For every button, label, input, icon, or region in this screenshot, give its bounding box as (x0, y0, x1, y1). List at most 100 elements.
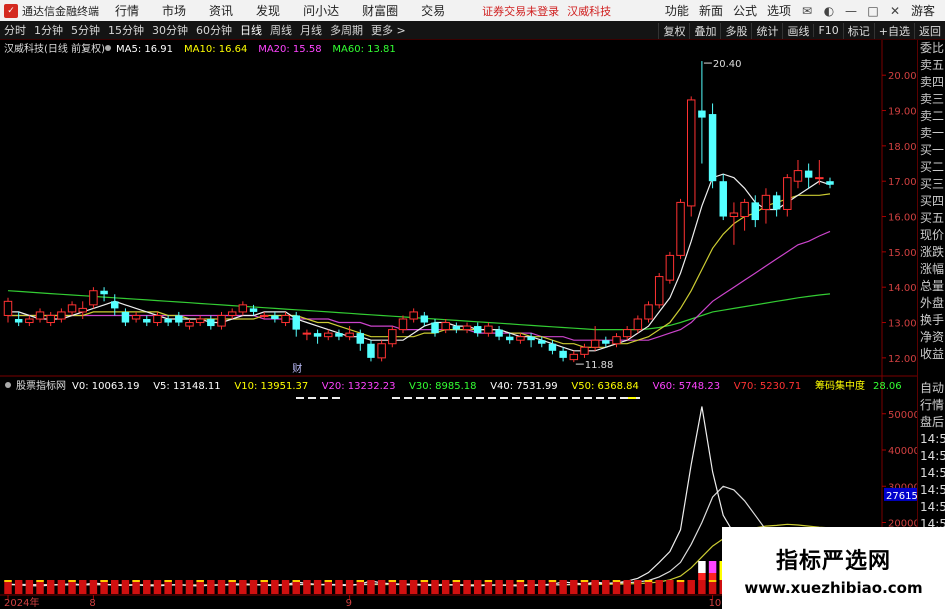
chip-bar (420, 580, 429, 594)
candle-body (259, 314, 269, 317)
side-panel-item (918, 363, 945, 380)
chip-bar (591, 580, 599, 594)
menu-item-discover[interactable]: 发现 (256, 2, 280, 19)
close-icon[interactable]: ✕ (889, 5, 901, 17)
menu-item-wealth[interactable]: 财富圈 (362, 2, 398, 19)
skin-icon[interactable]: ◐ (823, 5, 835, 17)
chip-bar (676, 580, 685, 594)
maximize-icon[interactable]: □ (867, 5, 879, 17)
volume-label: 28.06 (873, 381, 902, 392)
chip-bar (570, 580, 578, 594)
tool-draw-line[interactable]: 画线 (782, 22, 813, 39)
candle-body (495, 329, 503, 337)
candle-body (25, 318, 34, 324)
chip-bar (409, 580, 418, 594)
chip-bar (164, 580, 172, 594)
chip-bar (698, 580, 706, 594)
tool-adjust[interactable]: 复权 (658, 22, 689, 39)
tool-overlay[interactable]: 叠加 (689, 22, 720, 39)
chip-bar-cap (388, 580, 397, 582)
period-multi[interactable]: 多周期 (330, 22, 363, 38)
candle-body (67, 304, 77, 313)
tool-back[interactable]: 返回 (914, 22, 945, 39)
period-more[interactable]: 更多 > (371, 22, 406, 38)
volume-line (7, 406, 830, 587)
candle-body (388, 329, 397, 345)
side-panel-item: 盘后 (920, 415, 945, 429)
kline-chart[interactable]: 汉威科技(日线 前复权) MA5: 16.91 MA10: 16.64 MA20: 1… (0, 40, 917, 609)
candle-body (633, 318, 643, 331)
volume-label: V0: 10063.19 (72, 381, 139, 392)
chip-bar (516, 580, 525, 594)
candle-body (367, 343, 375, 358)
menu-item-options[interactable]: 选项 (767, 2, 791, 19)
chip-bar-cap (260, 580, 268, 582)
period-15min[interactable]: 15分钟 (108, 22, 144, 38)
tool-mark[interactable]: 标记 (842, 22, 874, 39)
chip-bar-cap (100, 580, 108, 582)
period-30min[interactable]: 30分钟 (152, 22, 188, 38)
chip-bar (143, 580, 151, 594)
candle-body (538, 340, 546, 344)
chip-bar (249, 580, 258, 594)
candle-body (207, 319, 215, 327)
chip-bar-cap (612, 580, 621, 582)
candle-body (217, 314, 226, 327)
ma-label-ma5: MA5: 16.91 (116, 44, 173, 55)
tool-multi-stock[interactable]: 多股 (720, 22, 751, 39)
candle-body (441, 322, 450, 331)
price-tick-label: 20.00 (888, 71, 917, 82)
period-weekly[interactable]: 周线 (270, 22, 292, 38)
tool-f10[interactable]: F10 (813, 24, 842, 37)
period-monthly[interactable]: 月线 (300, 22, 322, 38)
candle-body (548, 343, 557, 351)
side-panel-item: 换手 (920, 313, 945, 327)
login-status[interactable]: 证券交易未登录 (482, 3, 559, 19)
title-right-menu: 功能 新面 公式 选项 ✉ ◐ — □ ✕ 游客 (665, 2, 945, 19)
chip-bar (388, 580, 397, 594)
menu-item-formula[interactable]: 公式 (733, 2, 757, 19)
date-tick-label: 9 (346, 598, 352, 609)
chip-bar (111, 580, 119, 594)
chip-bar (666, 580, 674, 594)
candle-body (46, 314, 55, 324)
chip-bar (228, 580, 236, 594)
price-tick-label: 13.00 (888, 319, 917, 330)
period-1min[interactable]: 1分钟 (34, 22, 63, 38)
menu-item-market-list[interactable]: 市场 (162, 2, 186, 19)
period-daily[interactable]: 日线 (240, 22, 262, 38)
settings-dot-icon (105, 45, 111, 51)
side-panel-item: 14:50 (920, 449, 945, 463)
menu-item-news[interactable]: 资讯 (209, 2, 233, 19)
chip-bar (441, 580, 450, 594)
menu-item-trade[interactable]: 交易 (421, 2, 445, 19)
candle-body (826, 181, 834, 185)
low-price-label: 11.88 (585, 360, 614, 371)
ma60-line (7, 290, 831, 331)
minimize-icon[interactable]: — (845, 5, 857, 17)
period-5min[interactable]: 5分钟 (71, 22, 100, 38)
chip-bar (345, 580, 354, 594)
tool-statistics[interactable]: 统计 (751, 22, 782, 39)
menu-item-function[interactable]: 功能 (665, 2, 689, 19)
chip-bar (89, 580, 98, 594)
title-bar: ✓ 通达信金融终端 行情 市场 资讯 发现 问小达 财富圈 交易 证券交易未登录… (0, 0, 945, 21)
menu-item-new-layout[interactable]: 新面 (699, 2, 723, 19)
side-panel-item: 收益 (920, 347, 945, 361)
chip-bar (239, 580, 247, 594)
chip-bar-mid (698, 573, 706, 580)
chip-bar (644, 580, 653, 594)
menu-item-market[interactable]: 行情 (115, 2, 139, 19)
chip-bar-cap (548, 580, 557, 582)
chip-bar (548, 580, 557, 594)
candle-body (292, 315, 300, 330)
period-intraday[interactable]: 分时 (4, 22, 26, 38)
message-icon[interactable]: ✉ (801, 5, 813, 17)
candle-body (302, 332, 312, 335)
period-60min[interactable]: 60分钟 (196, 22, 232, 38)
candle-body (281, 314, 290, 324)
menu-item-assistant[interactable]: 问小达 (303, 2, 339, 19)
chip-bar (580, 580, 589, 594)
tool-add-watchlist[interactable]: +自选 (873, 22, 914, 39)
guest-login[interactable]: 游客 (911, 2, 935, 19)
